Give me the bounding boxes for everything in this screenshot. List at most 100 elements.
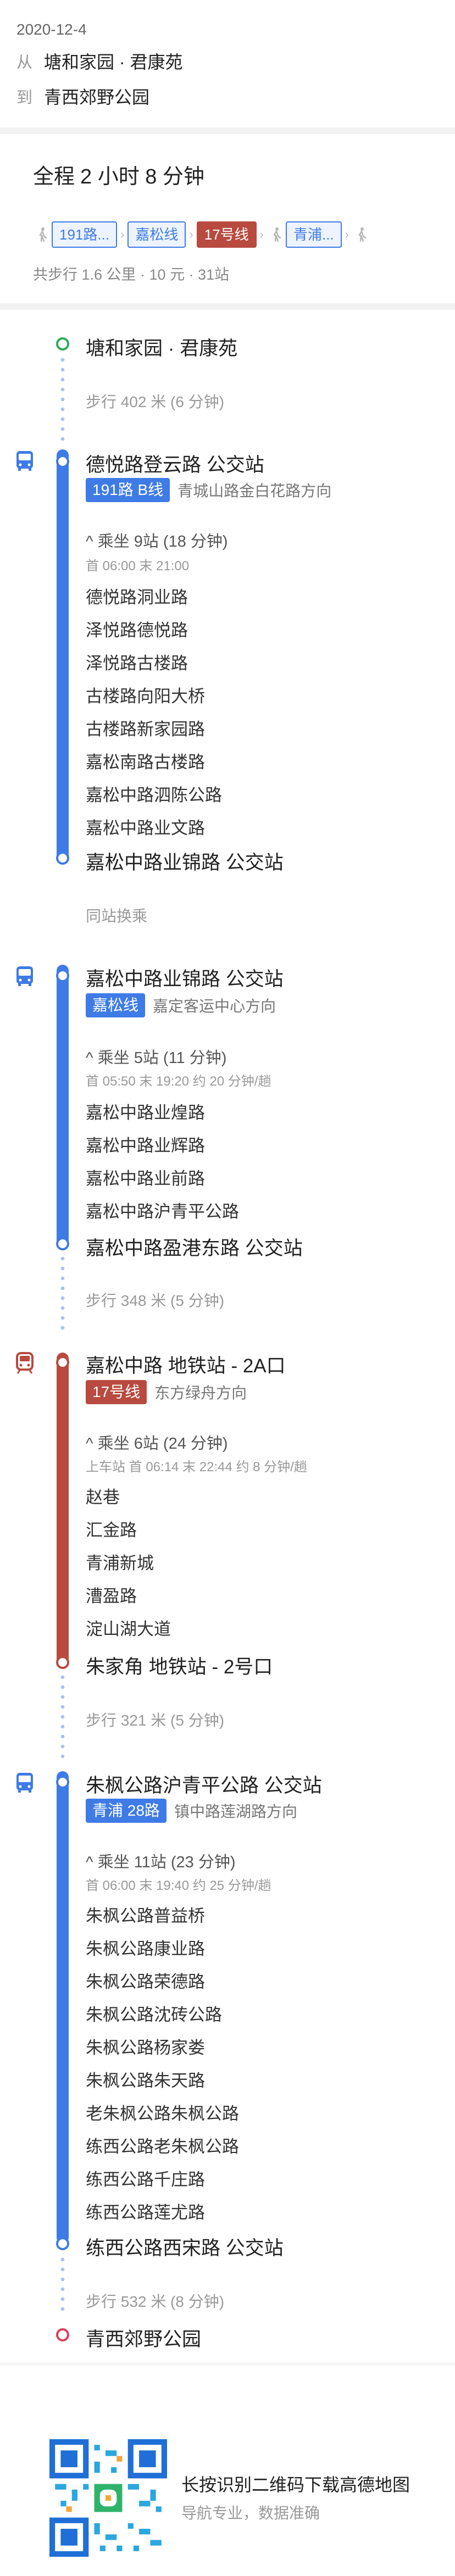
line-info-2: 嘉松线 嘉定客运中心方向 [86,993,276,1017]
board-stop-2[interactable]: 嘉松中路业锦路 公交站 [86,964,284,992]
chevron-up-icon: ^ [86,1435,98,1453]
stop-item: 练西公路老朱枫公路 [86,2137,239,2156]
stop-item: 青浦新城 [86,1554,154,1573]
line-info-3: 17号线 东方绿舟方向 [86,1380,247,1404]
alight-stop-1[interactable]: 嘉松中路业锦路 公交站 [86,847,284,875]
alight-dot [56,1237,69,1250]
stop-item: 德悦路洞业路 [86,588,188,607]
line-tag-2[interactable]: 嘉松线 [86,993,146,1017]
walk-icon [352,221,371,248]
chip-line-4[interactable]: 青浦... [285,221,342,248]
alight-dot [56,1656,69,1669]
walk-path [59,355,66,444]
end-dot [56,2328,69,2341]
line-info-1: 191路 B线 青城山路金白花路方向 [86,478,331,502]
walk-path [59,1672,66,1758]
chevron-right-icon: › [259,227,264,241]
bus-line-2-track [57,965,69,1250]
stop-item: 古楼路新家园路 [86,720,205,739]
ride-text-4: 乘坐 11站 (23 分钟) [97,1854,236,1871]
chevron-right-icon: › [345,227,349,241]
ride-info-4[interactable]: ^ 乘坐 11站 (23 分钟) [86,1849,236,1872]
bus-line-4-track [57,1771,69,2244]
footer-subtitle: 导航专业，数据准确 [181,2505,320,2522]
direction-2: 嘉定客运中心方向 [153,998,276,1015]
footer-cta: 长按识别二维码下载高德地图 [181,2475,410,2495]
chevron-up-icon: ^ [86,1854,98,1871]
line-tag-4[interactable]: 青浦 28路 [86,1799,167,1823]
footer-divider [0,2362,455,2366]
ride-text-1: 乘坐 9站 (18 分钟) [97,533,228,550]
chip-line-1[interactable]: 191路... [52,221,118,248]
ride-info-1[interactable]: ^ 乘坐 9站 (18 分钟) [86,528,228,552]
chip-line-3[interactable]: 17号线 [196,221,257,248]
board-dot [56,1776,69,1789]
start-name: 塘和家园 · 君康苑 [86,338,238,359]
board-stop-3[interactable]: 嘉松中路 地铁站 - 2A口 [86,1350,286,1378]
alight-stop-4[interactable]: 练西公路西宋路 公交站 [86,2233,284,2261]
stop-item: 练西公路莲尤路 [86,2203,205,2222]
stop-item: 朱枫公路康业路 [86,1939,205,1959]
chevron-up-icon: ^ [86,1049,98,1067]
origin-name: 塘和家园 · 君康苑 [44,52,183,72]
ride-text-2: 乘坐 5站 (11 分钟) [97,1049,227,1067]
bus-icon [16,451,33,471]
stop-item: 赵巷 [86,1488,120,1507]
trip-summary: 共步行 1.6 公里 · 10 元 · 31站 [33,266,230,283]
schedule-1: 首 06:00 末 21:00 [86,559,190,574]
line-tag-1[interactable]: 191路 B线 [86,478,170,502]
board-stop-4[interactable]: 朱枫公路沪青平公路 公交站 [86,1770,322,1798]
direction-3: 东方绿舟方向 [154,1384,247,1401]
to-label: 到 [16,89,33,107]
stop-item: 汇金路 [86,1521,137,1540]
direction-1: 青城山路金白花路方向 [177,482,332,499]
chip-line-2[interactable]: 嘉松线 [127,221,186,248]
board-stop-1[interactable]: 德悦路登云路 公交站 [86,449,264,477]
board-dot [56,1356,69,1369]
destination-row: 到 青西郊野公园 [16,84,149,109]
line-tag-3[interactable]: 17号线 [86,1380,147,1404]
walk-1: 步行 402 米 (6 分钟) [86,393,225,410]
stop-item: 泽悦路德悦路 [86,621,188,640]
stop-item: 泽悦路古楼路 [86,654,188,673]
end-name: 青西郊野公园 [86,2329,202,2350]
metro-icon [16,1352,34,1374]
origin-row: 从 塘和家园 · 君康苑 [16,48,182,74]
walk-path [59,1254,66,1336]
stop-item: 嘉松中路业煌路 [86,1103,205,1122]
trip-date: 2020-12-4 [16,21,87,38]
stop-item: 老朱枫公路朱枫公路 [86,2104,239,2123]
ride-info-2[interactable]: ^ 乘坐 5站 (11 分钟) [86,1045,226,1068]
board-dot [56,969,69,982]
stop-item: 淀山湖大道 [86,1620,171,1639]
stop-item: 嘉松中路业前路 [86,1169,205,1188]
qr-code-icon[interactable] [49,2439,167,2557]
walk-icon [33,221,52,248]
chevron-right-icon: › [189,227,193,241]
destination-name: 青西郊野公园 [44,87,150,107]
alight-stop-2[interactable]: 嘉松中路盈港东路 公交站 [86,1233,303,1261]
schedule-4: 首 06:00 末 19:40 约 25 分钟/趟 [86,1878,271,1893]
stop-item: 嘉松中路业文路 [86,819,205,838]
start-dot [56,337,69,350]
alight-dot [56,2237,69,2250]
stop-item: 漕盈路 [86,1587,137,1606]
ride-info-3[interactable]: ^ 乘坐 6站 (24 分钟) [86,1431,228,1454]
direction-4: 镇中路莲湖路方向 [174,1803,297,1820]
ride-text-3: 乘坐 6站 (24 分钟) [97,1435,228,1453]
alight-stop-3[interactable]: 朱家角 地铁站 - 2号口 [86,1651,273,1679]
route-chips: 191路... › 嘉松线 › 17号线 › 青浦... › [33,221,371,248]
stop-item: 嘉松中路泗陈公路 [86,786,222,805]
walk-4: 步行 532 米 (8 分钟) [86,2293,225,2310]
bus-icon [16,966,33,986]
stop-item: 嘉松中路沪青平公路 [86,1202,239,1221]
stop-item: 嘉松中路业辉路 [86,1136,205,1155]
stop-item: 嘉松南路古楼路 [86,753,205,772]
chevron-up-icon: ^ [86,533,98,550]
summary-divider [0,303,455,310]
total-duration: 全程 2 小时 8 分钟 [33,159,204,190]
stop-item: 朱枫公路杨家娄 [86,2038,205,2057]
schedule-2: 首 05:50 末 19:20 约 20 分钟/趟 [86,1074,271,1089]
stop-item: 练西公路千庄路 [86,2170,205,2189]
walk-2: 步行 348 米 (5 分钟) [86,1292,225,1309]
